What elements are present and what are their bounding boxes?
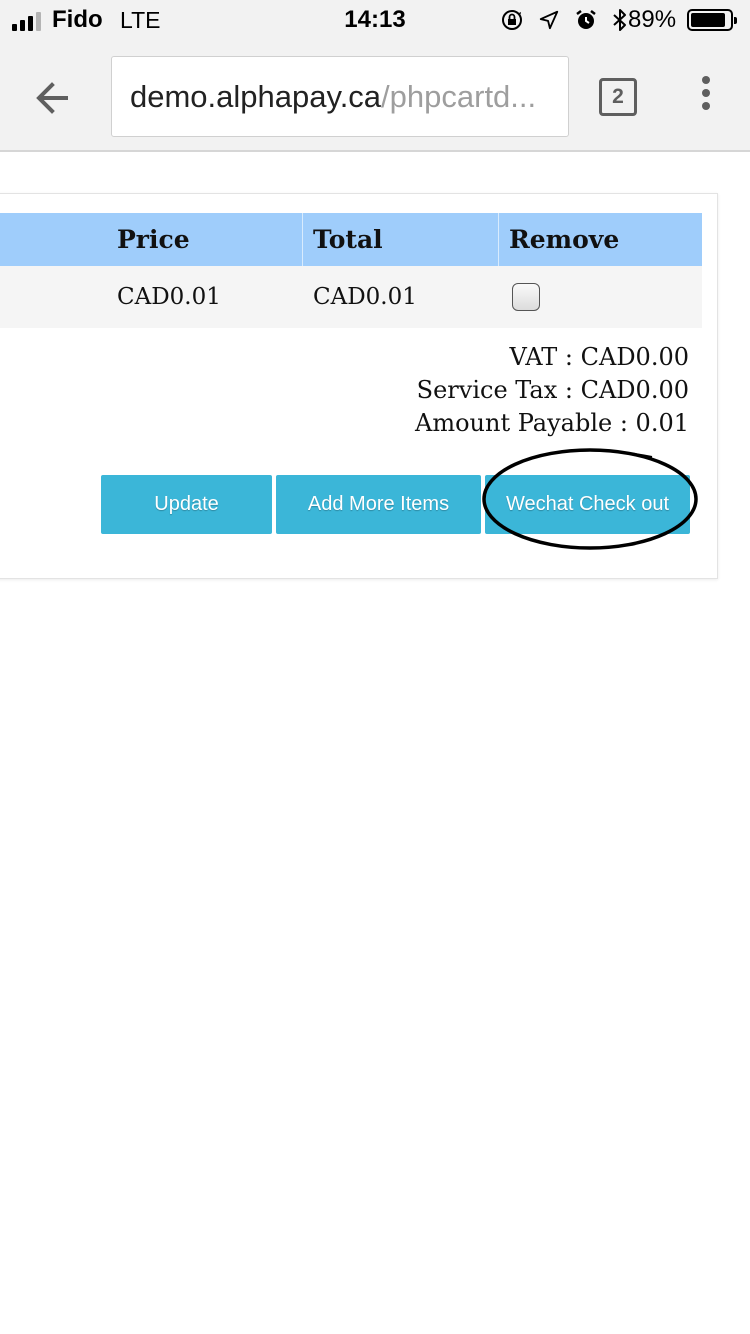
table-row: CAD0.01 CAD0.01 bbox=[0, 266, 702, 328]
status-icons bbox=[500, 7, 628, 33]
cart-summary: VAT : CAD0.00 Service Tax : CAD0.00 Amou… bbox=[415, 341, 689, 440]
cell-price: CAD0.01 bbox=[117, 284, 221, 310]
update-button[interactable]: Update bbox=[101, 475, 272, 534]
vat-line: VAT : CAD0.00 bbox=[509, 343, 689, 371]
service-tax-line: Service Tax : CAD0.00 bbox=[416, 376, 689, 404]
bluetooth-icon bbox=[613, 9, 626, 31]
battery-icon bbox=[687, 9, 737, 31]
browser-toolbar: demo.alphapay.ca/phpcartd... 2 bbox=[0, 40, 750, 152]
url-path: /phpcartd... bbox=[381, 78, 537, 114]
wechat-checkout-button[interactable]: Wechat Check out bbox=[485, 475, 690, 534]
status-bar: Fido LTE 14:13 89% bbox=[0, 0, 750, 40]
column-header-price: Price bbox=[117, 225, 190, 254]
more-vert-icon[interactable] bbox=[696, 76, 716, 116]
orientation-lock-icon bbox=[502, 10, 522, 30]
cart-panel: Price Total Remove CAD0.01 CAD0.01 VAT :… bbox=[0, 193, 718, 579]
cart-table-header: Price Total Remove bbox=[0, 213, 702, 266]
back-arrow-icon[interactable] bbox=[28, 76, 84, 120]
battery-percent: 89% bbox=[628, 6, 677, 33]
cell-total: CAD0.01 bbox=[313, 284, 417, 310]
location-icon bbox=[539, 10, 559, 30]
url-bar[interactable]: demo.alphapay.ca/phpcartd... bbox=[111, 56, 569, 137]
alarm-icon bbox=[576, 10, 596, 29]
battery-level bbox=[691, 13, 725, 27]
amount-payable-line: Amount Payable : 0.01 bbox=[415, 409, 689, 437]
url-host: demo.alphapay.ca bbox=[130, 78, 382, 114]
column-header-remove: Remove bbox=[509, 225, 620, 254]
column-header-total: Total bbox=[313, 225, 383, 254]
tab-count: 2 bbox=[612, 85, 624, 108]
add-more-items-button[interactable]: Add More Items bbox=[276, 475, 481, 534]
remove-checkbox[interactable] bbox=[512, 283, 540, 311]
tabs-icon[interactable]: 2 bbox=[599, 78, 637, 116]
